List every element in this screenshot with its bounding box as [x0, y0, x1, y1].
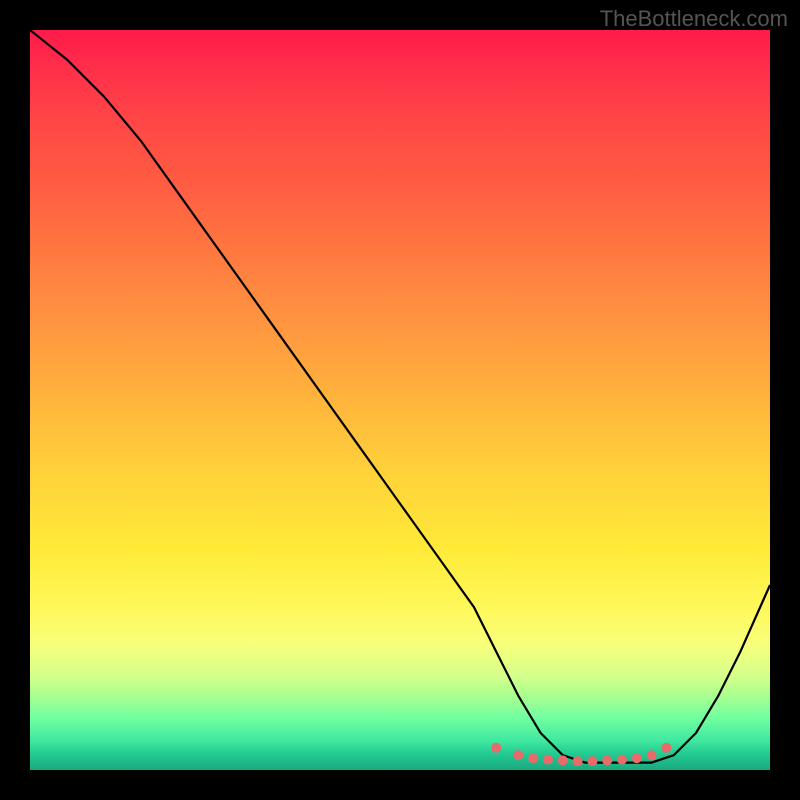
marker-dot: [528, 753, 538, 763]
watermark: TheBottleneck.com: [600, 6, 788, 32]
marker-dot: [543, 755, 553, 765]
marker-dot: [632, 753, 642, 763]
marker-dot: [661, 743, 671, 753]
plot-area: [30, 30, 770, 770]
marker-dot: [647, 750, 657, 760]
marker-dot: [573, 756, 583, 766]
marker-dot: [617, 755, 627, 765]
marker-dot: [513, 750, 523, 760]
marker-dot: [491, 743, 501, 753]
chart-svg: [30, 30, 770, 770]
marker-dot: [558, 755, 568, 765]
bottleneck-curve: [30, 30, 770, 763]
marker-dot: [602, 755, 612, 765]
marker-dot: [587, 756, 597, 766]
